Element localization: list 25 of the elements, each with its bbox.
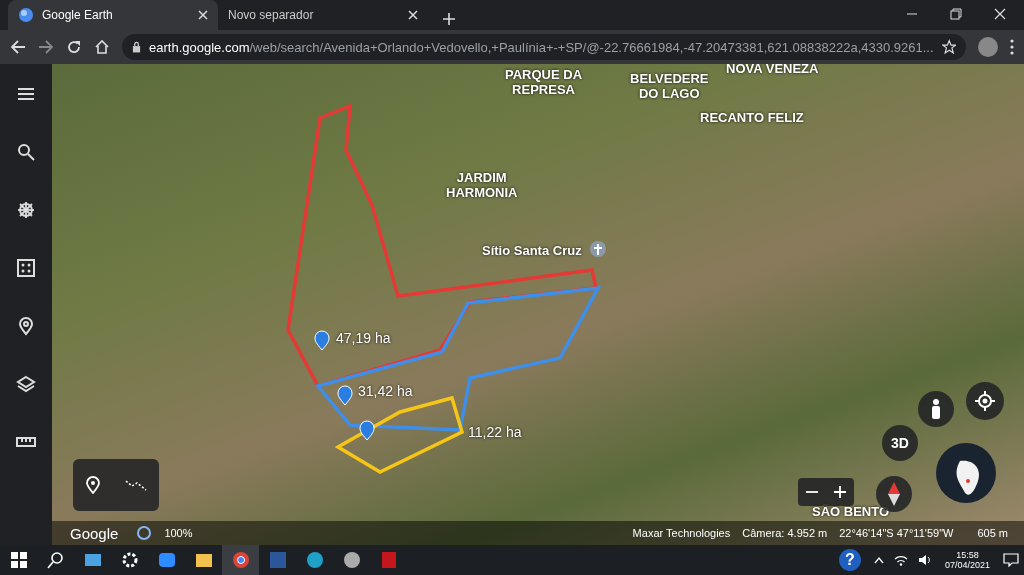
google-logo: Google [70,524,119,542]
area-label: 47,19 ha [336,330,391,346]
clock-time: 15:58 [956,550,979,560]
place-label: JARDIM HARMONIA [446,171,518,201]
address-bar[interactable]: earth.google.com/web/search/Avenida+Orlando+Vedovello,+Paulínia+-+SP/@-22.76661984,-47.20473381,621.08838222a,4330.9261... [122,34,966,60]
imagery-credit: Maxar Technologies [632,527,731,539]
clock-date: 07/04/2021 [944,560,990,570]
place-label: NOVA VENEZA [726,64,819,77]
tab-title: Novo separador [228,8,315,22]
browser-tab[interactable]: Novo separador [218,0,428,30]
coordinates: 22°46'14"S 47°11'59"W [839,527,954,539]
area-label: 31,42 ha [358,383,413,399]
place-label: PARQUE DA REPRESA [505,68,583,98]
place-label: RECANTO FELIZ [700,111,804,126]
camera-altitude: Câmera: 4.952 m [742,527,828,539]
help-button[interactable]: ? [838,549,861,571]
area-label: 11,22 ha [468,424,522,440]
place-label: Sítio Santa Cruz [482,244,582,259]
place-label: BELVEDERE DO LAGO [630,72,709,102]
elevation: 605 m [977,527,1008,539]
browser-tab[interactable]: Google Earth [8,0,218,30]
3d-button[interactable]: 3D [882,425,918,461]
progress-text: 100% [164,527,193,539]
tab-title: Google Earth [42,8,114,22]
place-label: SÃO BENTO [812,505,890,520]
